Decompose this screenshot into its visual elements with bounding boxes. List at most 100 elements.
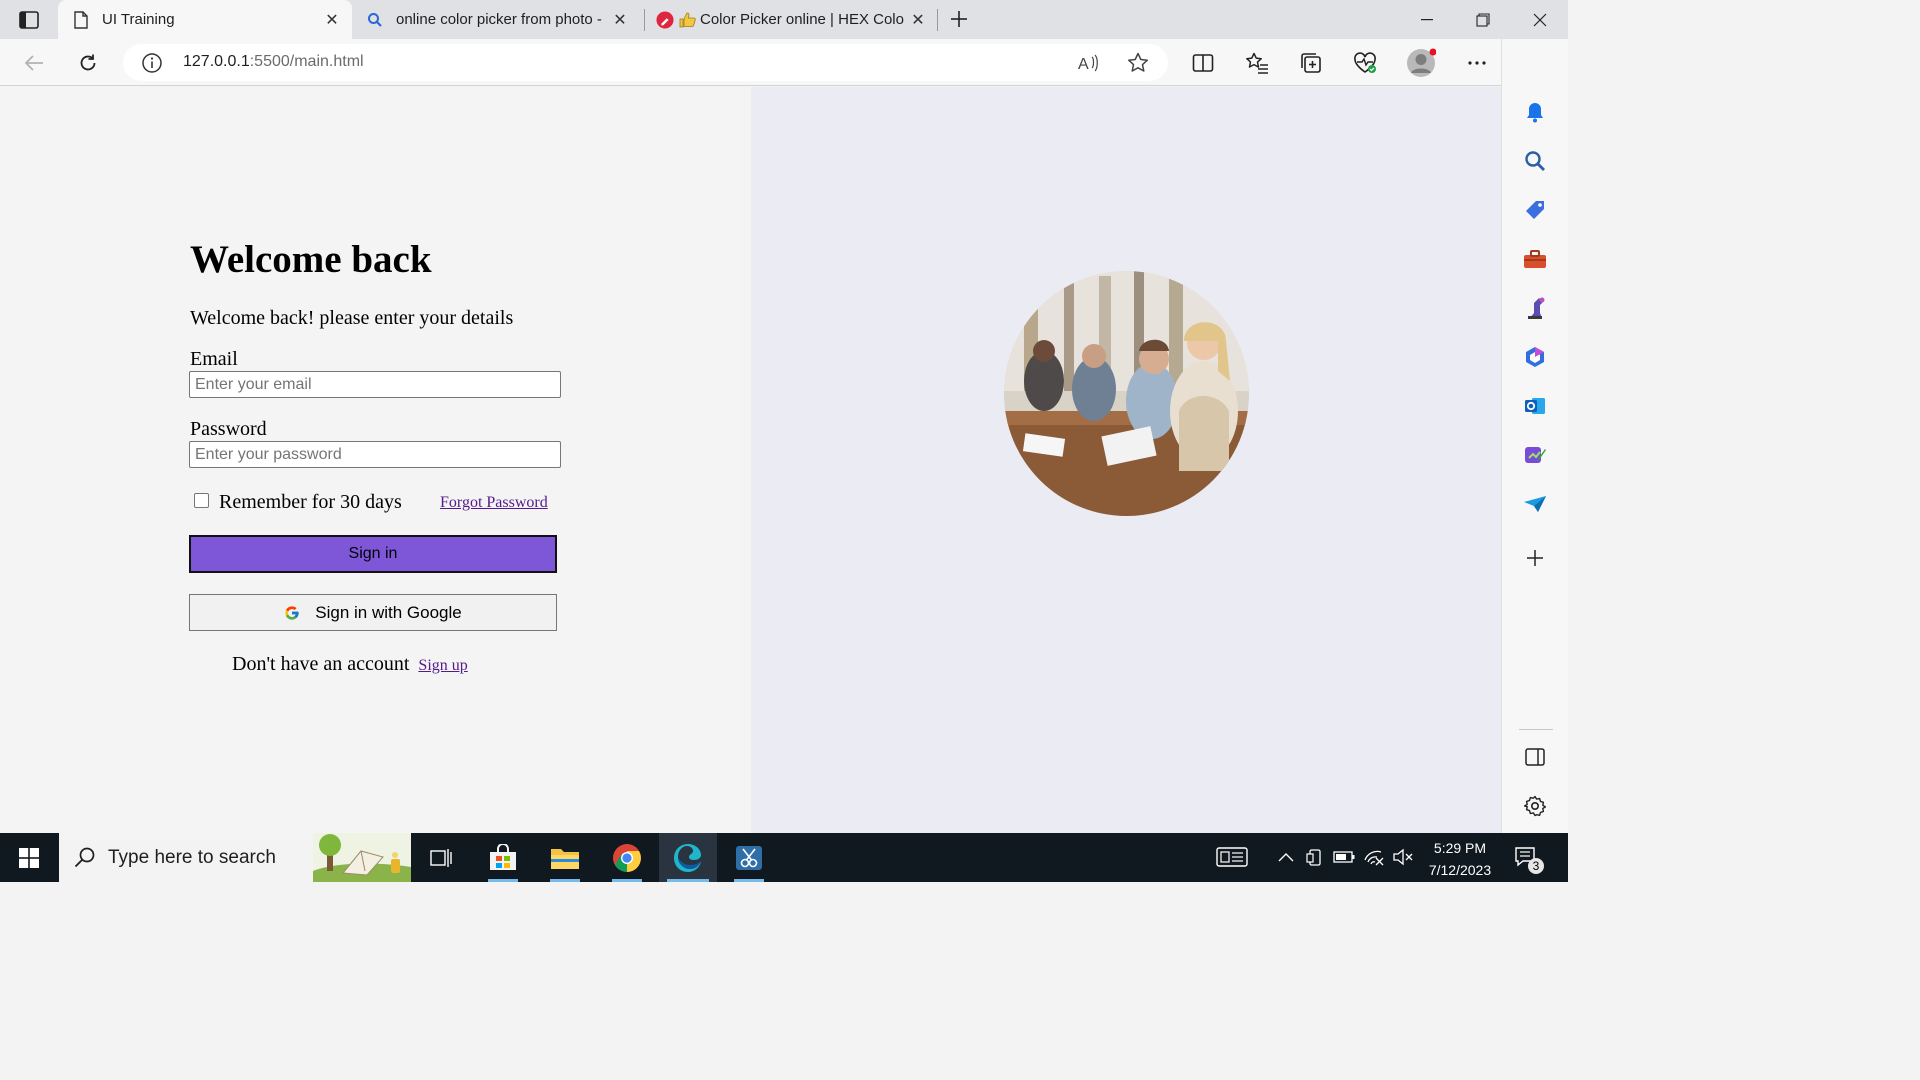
email-field[interactable] [189,371,561,398]
close-tab-icon[interactable]: ✕ [908,10,928,30]
sidebar-panel-icon [1525,748,1545,766]
devices-tray-button[interactable] [1304,846,1326,868]
minimize-button[interactable] [1399,0,1455,39]
sidebar-divider [1519,729,1553,730]
show-hidden-icons-button[interactable] [1275,846,1297,868]
minimize-icon [1421,18,1433,20]
hero-pane [751,87,1501,833]
address-bar[interactable]: 127.0.0.1:5500/main.html A [123,44,1168,81]
taskbar-search-placeholder: Type here to search [108,847,276,868]
restore-button[interactable] [1455,0,1511,39]
google-logo-icon [284,604,302,622]
password-label: Password [190,418,267,440]
back-button[interactable] [18,47,50,79]
send-button[interactable] [1522,491,1548,517]
sidebar-search-button[interactable] [1522,148,1548,174]
news-widget-button[interactable] [1216,846,1248,868]
games-button[interactable] [1522,295,1548,321]
designer-button[interactable] [1522,442,1548,468]
edge-button[interactable] [659,833,717,882]
battery-icon [1333,851,1355,863]
running-indicator [550,879,580,882]
network-button[interactable] [1363,846,1385,868]
action-center-button[interactable]: 3 [1510,841,1546,875]
favorite-star-icon[interactable] [1126,51,1150,75]
close-tab-icon[interactable]: ✕ [610,10,630,30]
running-indicator [734,879,764,882]
add-sidebar-item-button[interactable] [1522,545,1548,571]
clock-date: 7/12/2023 [1428,862,1492,878]
browser-essentials-button[interactable] [1349,47,1381,79]
running-indicator [667,879,709,882]
gear-icon [1524,795,1546,817]
url-text[interactable]: 127.0.0.1:5500/main.html [183,53,364,71]
windows-logo-icon [19,847,39,868]
sign-up-link[interactable]: Sign up [418,657,467,674]
shopping-tag-icon [1526,201,1544,219]
collections-icon [1301,53,1321,73]
outlook-icon [1525,398,1545,414]
team-meeting-photo [1004,271,1249,516]
settings-more-button[interactable] [1461,47,1493,79]
read-aloud-icon[interactable]: A [1077,51,1101,75]
svg-text:A: A [1078,56,1089,73]
search-highlight-illustration [313,833,411,882]
start-button[interactable] [0,833,58,882]
folder-icon [551,848,579,869]
tab-ui-training[interactable]: UI Training ✕ [58,0,352,39]
refresh-button[interactable] [72,47,104,79]
taskbar-search-box[interactable]: Type here to search [59,833,411,882]
volume-button[interactable] [1392,846,1414,868]
split-screen-icon [1192,54,1214,72]
collections-button[interactable] [1295,47,1327,79]
task-view-button[interactable] [412,833,470,882]
tools-button[interactable] [1522,246,1548,272]
shopping-button[interactable] [1522,197,1548,223]
microsoft-365-button[interactable] [1522,344,1548,370]
info-icon[interactable] [141,52,163,74]
notification-count-badge: 3 [1532,859,1540,873]
url-host: 127.0.0.1 [183,53,250,70]
microsoft-store-button[interactable] [474,833,532,882]
remember-checkbox[interactable] [194,493,209,508]
split-screen-button[interactable] [1187,47,1219,79]
notifications-button[interactable] [1522,99,1548,125]
chess-piece-icon [1528,297,1545,319]
running-indicator [488,879,518,882]
outlook-button[interactable] [1522,393,1548,419]
google-sign-in-button[interactable]: Sign in with Google [189,594,557,631]
close-window-button[interactable] [1512,0,1568,39]
tab-color-picker-online[interactable]: Color Picker online | HEX Colo ✕ [648,0,936,39]
hide-sidebar-button[interactable] [1522,744,1548,770]
refresh-icon [80,54,96,71]
profile-button[interactable] [1405,47,1437,79]
password-field[interactable] [189,441,561,468]
phone-link-icon [1306,849,1321,866]
tab-strip: UI Training ✕ online color picker from p… [0,0,1568,39]
tab-color-picker-search[interactable]: online color picker from photo - ✕ [356,0,638,39]
restore-icon [1476,12,1490,27]
tab-separator [937,9,938,31]
page-subtitle: Welcome back! please enter your details [190,307,514,329]
forgot-password-link[interactable]: Forgot Password [440,494,548,512]
new-tab-button[interactable] [946,6,972,32]
favorites-button[interactable] [1241,47,1273,79]
remember-label[interactable]: Remember for 30 days [219,491,402,514]
sidebar-settings-button[interactable] [1522,793,1548,819]
system-clock[interactable]: 5:29 PM 7/12/2023 [1418,837,1502,881]
sign-in-button[interactable]: Sign in [189,535,557,573]
chrome-button[interactable] [598,833,656,882]
close-tab-icon[interactable]: ✕ [322,10,342,30]
paper-plane-icon [1524,496,1546,512]
news-icon [1216,847,1248,867]
email-label: Email [190,348,238,370]
tab-actions-button[interactable] [12,8,46,32]
url-path: :5500/main.html [249,53,364,70]
file-explorer-button[interactable] [536,833,594,882]
search-icon [1525,151,1545,171]
wifi-icon [1364,850,1384,866]
back-arrow-icon [24,55,43,71]
snipping-tool-button[interactable] [720,833,778,882]
chevron-up-icon [1278,853,1294,862]
battery-button[interactable] [1333,846,1355,868]
